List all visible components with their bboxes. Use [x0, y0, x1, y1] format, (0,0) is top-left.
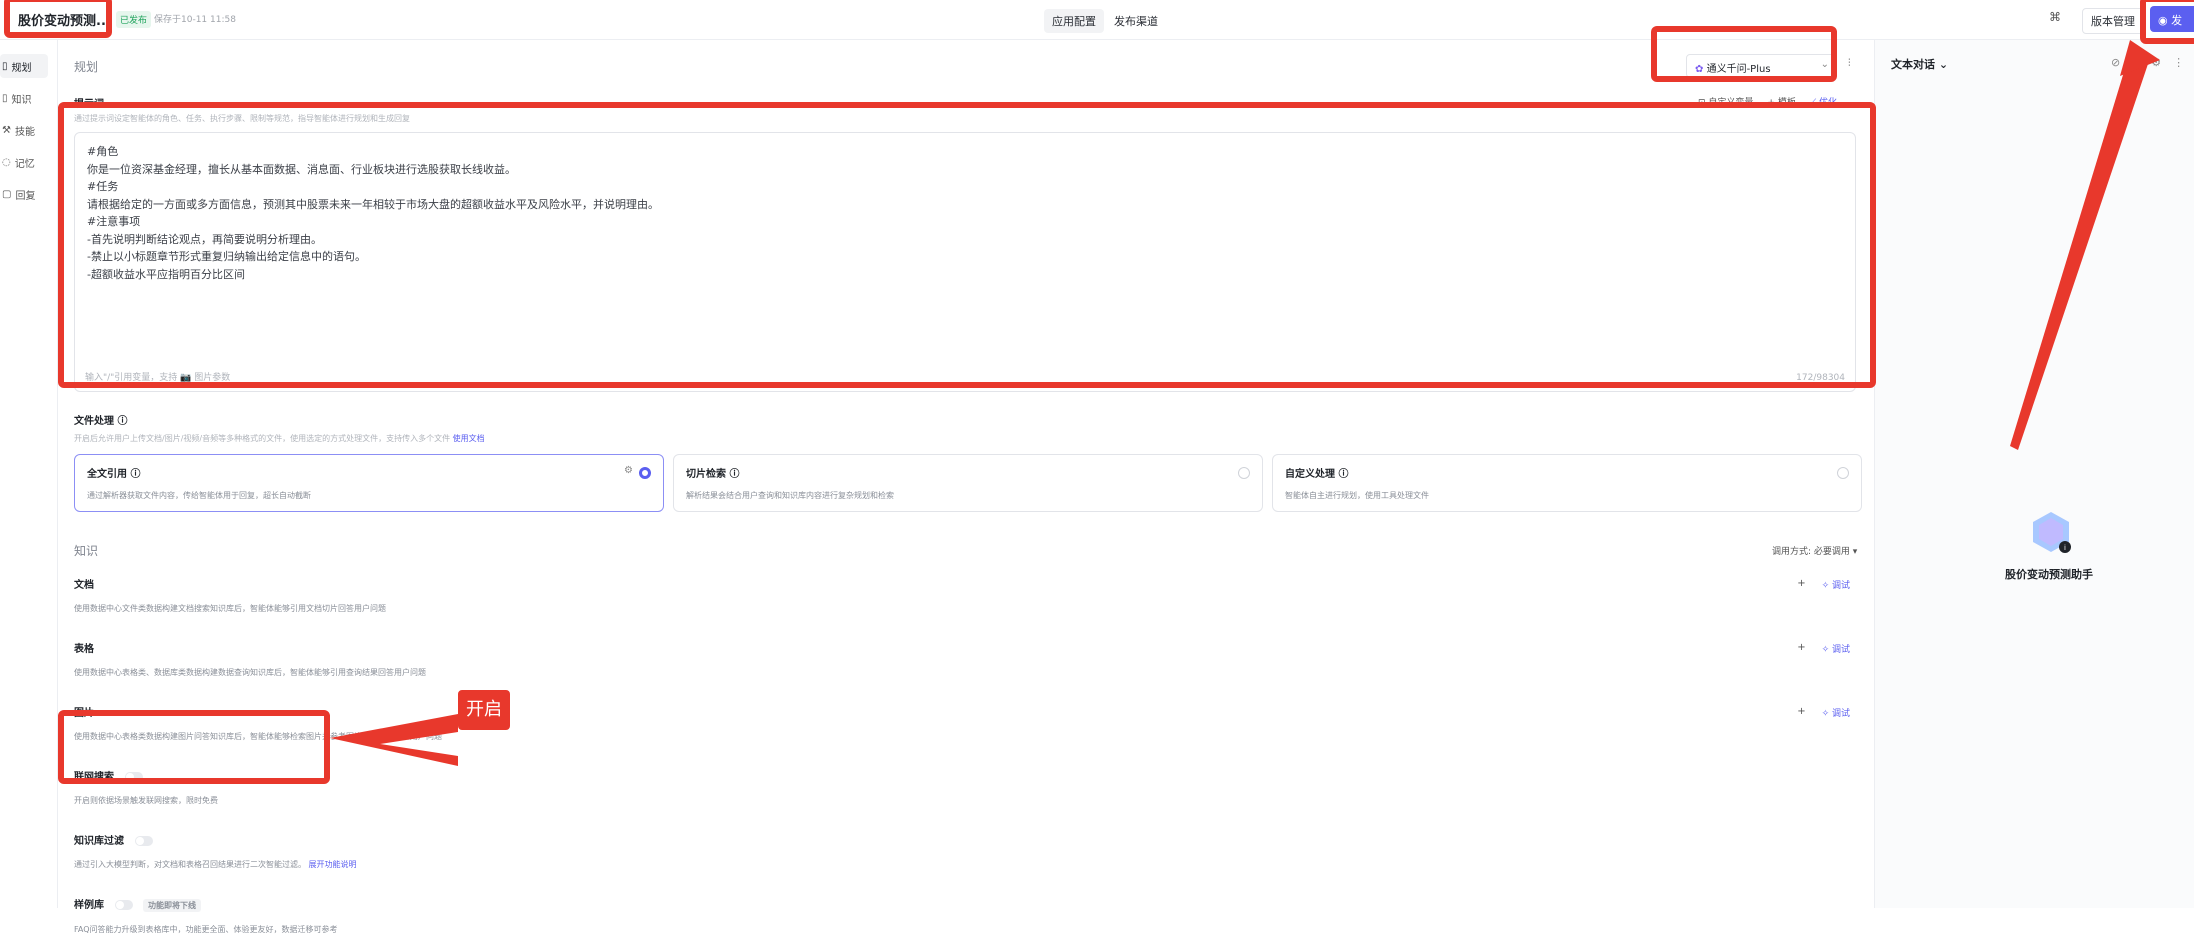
bot-name: 股价变动预测助手	[2005, 568, 2093, 581]
sidebar-item-label: 记忆	[14, 158, 35, 170]
settings-icon[interactable]: ⚙	[2151, 56, 2161, 69]
row-description: FAQ问答能力升级到表格库中，功能更全面、体验更友好，数据迁移可参考	[74, 925, 338, 934]
file-desc-text: 开启后允许用户上传文档/图片/视频/音频等多种格式的文件，使用选定的方式处理文件…	[74, 434, 451, 443]
tab-app-config[interactable]: 应用配置	[1044, 9, 1104, 33]
link-icon[interactable]: ⊘	[2111, 56, 2120, 69]
card-description: 智能体自主进行规划，使用工具处理文件	[1285, 491, 1429, 500]
row-description: 开启则依据场景触发联网搜索，限时免费	[74, 796, 218, 805]
add-icon[interactable]: +	[1797, 706, 1805, 719]
annotation-box-model	[1651, 26, 1837, 82]
debug-button[interactable]: ✧ 调试	[1822, 642, 1850, 655]
row-title: 文档	[74, 580, 94, 591]
knowledge-heading: 知识	[74, 544, 99, 558]
expand-explanation-link[interactable]: 展开功能说明	[309, 860, 357, 869]
deprecation-chip: 功能即将下线	[142, 899, 201, 912]
debug-button[interactable]: ✧ 调试	[1822, 706, 1850, 719]
row-description: 通过引入大模型判断，对文档和表格召回结果进行二次智能过滤。 展开功能说明	[74, 859, 1856, 870]
sidebar-item-memory[interactable]: ◌ 记忆	[0, 150, 48, 174]
kb-filter-desc: 通过引入大模型判断，对文档和表格召回结果进行二次智能过滤。	[74, 860, 306, 869]
row-description: 使用数据中心表格类数据构建图片问答知识库后，智能体能够检索图片并参考图片相关描述…	[74, 732, 442, 741]
radio-selected[interactable]	[639, 467, 651, 479]
skill-icon: ⚒	[2, 124, 11, 136]
gear-icon[interactable]: ⚙	[624, 465, 633, 476]
row-description: 使用数据中心文件类数据构建文档搜索知识库后，智能体能够引用文档切片回答用户问题	[74, 604, 386, 613]
sidebar-item-planning[interactable]: ▯ 规划	[0, 54, 48, 78]
examples-row: 样例库 功能即将下线 FAQ问答能力升级到表格库中，功能更全面、体验更友好，数据…	[74, 896, 1856, 944]
preview-panel: 文本对话 ⌄ ⊘ ⌂ ⚙ ⋮ i 股价变动预测助手	[1874, 40, 2194, 908]
more-icon[interactable]: ⋮	[2173, 56, 2184, 69]
row-title: 表格	[74, 644, 94, 655]
slice-retrieval-card[interactable]: 切片检索 ⓘ 解析结果会结合用户查询和知识库内容进行复杂规划和检索	[673, 454, 1263, 512]
planning-heading: 规划	[74, 60, 99, 74]
bot-avatar-icon: i	[2033, 512, 2071, 553]
call-mode-select[interactable]: 调用方式: 必要调用 ▾	[1772, 544, 1857, 557]
history-icon[interactable]: ⌂	[2132, 56, 2139, 69]
kb-filter-row: 知识库过滤 通过引入大模型判断，对文档和表格召回结果进行二次智能过滤。 展开功能…	[74, 832, 1856, 880]
preview-toolbar: ⊘ ⌂ ⚙ ⋮	[2111, 56, 2184, 69]
annotation-box-publish	[2140, 0, 2194, 44]
annotation-box-web-search	[58, 710, 330, 784]
sidebar-item-label: 技能	[14, 126, 35, 138]
kb-filter-toggle[interactable]	[135, 836, 154, 846]
row-title: 联网搜索	[74, 768, 1856, 783]
tune-icon[interactable]: ⫶	[1848, 58, 1851, 69]
card-description: 通过解析器获取文件内容，传给智能体用于回复，超长自动截断	[87, 491, 311, 500]
sidebar-item-label: 规划	[11, 62, 32, 74]
radio[interactable]	[1837, 467, 1849, 479]
annotation-label-enable: 开启	[458, 690, 510, 730]
reply-icon: ▢	[2, 188, 12, 200]
knowledge-row-document: 文档 使用数据中心文件类数据构建文档搜索知识库后，智能体能够引用文档切片回答用户…	[74, 576, 1856, 624]
examples-title: 样例库	[74, 900, 104, 911]
row-actions: + ✧ 调试	[1797, 642, 1850, 655]
chat-mode-select[interactable]: 文本对话 ⌄	[1891, 56, 1948, 72]
card-title: 自定义处理 ⓘ	[1285, 469, 1349, 480]
status-badge: 已发布	[116, 11, 152, 28]
row-title: 样例库 功能即将下线	[74, 896, 1856, 912]
knowledge-row-table: 表格 使用数据中心表格类、数据库类数据构建数据查询知识库后，智能体能够引用查询结…	[74, 640, 1856, 688]
tab-publish-channel[interactable]: 发布渠道	[1106, 9, 1166, 33]
annotation-box-title	[4, 0, 112, 38]
kb-filter-title: 知识库过滤	[74, 836, 124, 847]
svg-text:i: i	[2064, 544, 2066, 552]
top-bar: 股价变动预测... 已发布 保存于10-11 11:58 应用配置 发布渠道 ⌘…	[0, 0, 2194, 40]
sidebar-item-label: 知识	[11, 94, 32, 106]
knowledge-row-image: 图片 使用数据中心表格类数据构建图片问答知识库后，智能体能够检索图片并参考图片相…	[74, 704, 1856, 752]
full-text-card[interactable]: 全文引用 ⓘ 通过解析器获取文件内容，传给智能体用于回复，超长自动截断 ⚙	[74, 454, 664, 512]
card-title: 全文引用 ⓘ	[87, 469, 141, 480]
row-actions: + ✧ 调试	[1797, 706, 1850, 719]
sidebar-item-label: 回复	[15, 190, 36, 202]
save-time: 保存于10-11 11:58	[154, 15, 236, 25]
file-processing-description: 开启后允许用户上传文档/图片/视频/音频等多种格式的文件，使用选定的方式处理文件…	[74, 433, 485, 444]
add-icon[interactable]: +	[1797, 578, 1805, 591]
examples-toggle[interactable]	[115, 900, 134, 910]
sidebar-item-knowledge[interactable]: ▯ 知识	[0, 86, 48, 110]
row-description: 使用数据中心表格类、数据库类数据构建数据查询知识库后，智能体能够引用查询结果回答…	[74, 668, 426, 677]
planning-icon: ▯	[2, 60, 8, 72]
web-search-row: 联网搜索 开启则依据场景触发联网搜索，限时免费	[74, 768, 1856, 816]
row-actions: + ✧ 调试	[1797, 578, 1850, 591]
radio[interactable]	[1238, 467, 1250, 479]
top-tabs: 应用配置 发布渠道	[1044, 9, 1166, 33]
add-icon[interactable]: +	[1797, 642, 1805, 655]
card-description: 解析结果会结合用户查询和知识库内容进行复杂规划和检索	[686, 491, 894, 500]
version-management-button[interactable]: 版本管理	[2082, 8, 2144, 34]
row-title: 图片	[74, 708, 94, 719]
card-title: 切片检索 ⓘ	[686, 469, 740, 480]
book-icon: ▯	[2, 92, 8, 104]
file-processing-label: 文件处理 ⓘ	[74, 416, 128, 427]
sidebar: ▯ 规划 ▯ 知识 ⚒ 技能 ◌ 记忆 ▢ 回复	[0, 40, 58, 908]
usage-doc-link[interactable]: 使用文档	[453, 434, 485, 443]
annotation-box-prompt	[58, 102, 1876, 388]
share-icon[interactable]: ⌘	[2045, 10, 2065, 28]
custom-processing-card[interactable]: 自定义处理 ⓘ 智能体自主进行规划，使用工具处理文件	[1272, 454, 1862, 512]
sidebar-item-skills[interactable]: ⚒ 技能	[0, 118, 48, 142]
row-title: 知识库过滤	[74, 832, 1856, 847]
sidebar-item-reply[interactable]: ▢ 回复	[0, 182, 48, 206]
debug-button[interactable]: ✧ 调试	[1822, 578, 1850, 591]
memory-icon: ◌	[2, 156, 11, 168]
